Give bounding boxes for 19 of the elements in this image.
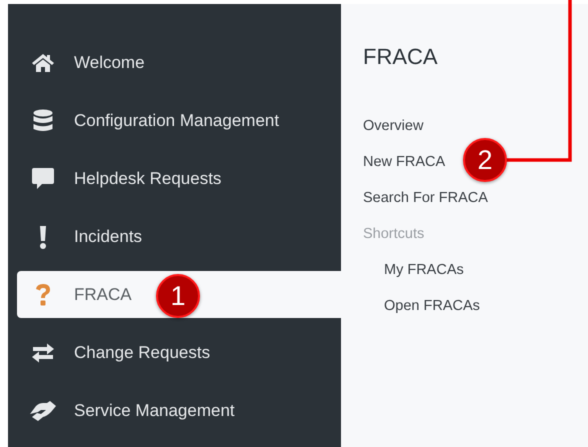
panel-title: FRACA xyxy=(363,44,439,70)
sidebar-item[interactable]: Configuration Management xyxy=(17,97,341,144)
sidebar-item[interactable]: Service Management xyxy=(17,387,341,434)
sidebar-item[interactable]: Helpdesk Requests xyxy=(17,155,341,202)
sidebar-item[interactable]: Change Requests xyxy=(17,329,341,376)
database-icon xyxy=(33,108,53,132)
sidebar-item[interactable]: Welcome xyxy=(17,39,341,86)
menu-link[interactable]: Overview xyxy=(363,118,424,135)
question-mark-icon xyxy=(35,282,51,306)
exclamation-icon xyxy=(39,224,47,248)
section-heading: Shortcuts xyxy=(363,226,424,243)
home-icon xyxy=(31,52,55,72)
swap-arrows-icon xyxy=(31,342,55,362)
menu-link[interactable]: Search For FRACA xyxy=(363,190,488,207)
menu-link[interactable]: My FRACAs xyxy=(384,262,464,279)
menu-link[interactable]: Open FRACAs xyxy=(384,298,480,315)
speech-bubble-icon xyxy=(31,166,55,190)
sidebar-item[interactable]: Incidents xyxy=(17,213,341,260)
menu-link[interactable]: New FRACA xyxy=(363,154,446,171)
